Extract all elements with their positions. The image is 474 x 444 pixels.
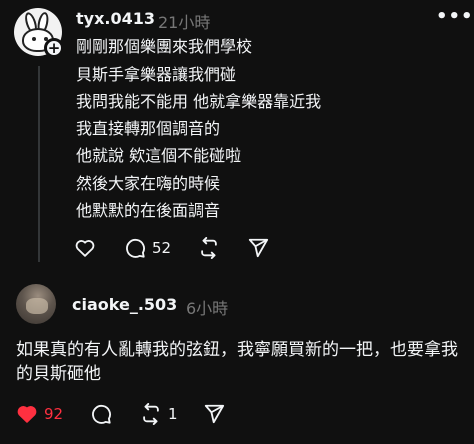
share-button[interactable] [247,237,269,259]
more-options-button[interactable]: ••• [436,6,474,27]
post-text-line: 他就說 欸這個不能碰啦 [76,146,242,165]
comment-count: 52 [152,239,172,257]
like-button[interactable]: 92 [16,403,63,425]
reply-text: 如果真的有人亂轉我的弦鈕，我寧願買新的一把，也要拿我的貝斯砸他 [16,340,458,384]
thread-connector-line [38,66,40,262]
post-text-line: 我問我能不能用 他就拿樂器靠近我 [76,92,322,111]
send-icon [204,404,225,424]
share-button[interactable] [203,403,225,425]
avatar-eye-left [32,37,36,41]
speech-bubble-icon [92,404,111,424]
post-text-line: 剛剛那個樂團來我們學校 [76,37,253,56]
like-button[interactable] [74,237,96,259]
follow-plus-button[interactable]: + [44,38,64,58]
like-count: 92 [44,405,64,423]
reply-post: ciaoke_.503 6小時 如果真的有人亂轉我的弦鈕，我寧願買新的一把，也要… [0,272,474,444]
timestamp: 21小時 [158,13,211,32]
repost-button[interactable] [198,237,220,259]
post-text-line: 我直接轉那個調音的 [76,119,221,138]
repost-count: 1 [168,405,178,423]
repost-icon [201,237,217,259]
send-icon [248,238,269,258]
username[interactable]: tyx.0413 [76,9,155,28]
heart-filled-icon [17,406,37,423]
thread-post: + tyx.0413 21小時 ••• 剛剛那個樂團來我們學校 貝斯手拿樂器讓我… [0,0,474,268]
repost-button[interactable]: 1 [140,403,178,425]
post-text-line: 然後大家在嗨的時候 [76,174,221,193]
comment-button[interactable] [90,403,112,425]
post-text-line: 他默默的在後面調音 [76,201,221,220]
timestamp: 6小時 [186,299,229,318]
avatar-photo [26,298,48,314]
speech-bubble-icon [126,238,145,258]
repost-icon [143,403,159,425]
post-text-line: 貝斯手拿樂器讓我們碰 [76,65,237,84]
comment-button[interactable]: 52 [124,237,171,259]
username[interactable]: ciaoke_.503 [72,295,177,314]
heart-outline-icon [75,240,95,257]
avatar[interactable] [16,284,56,324]
